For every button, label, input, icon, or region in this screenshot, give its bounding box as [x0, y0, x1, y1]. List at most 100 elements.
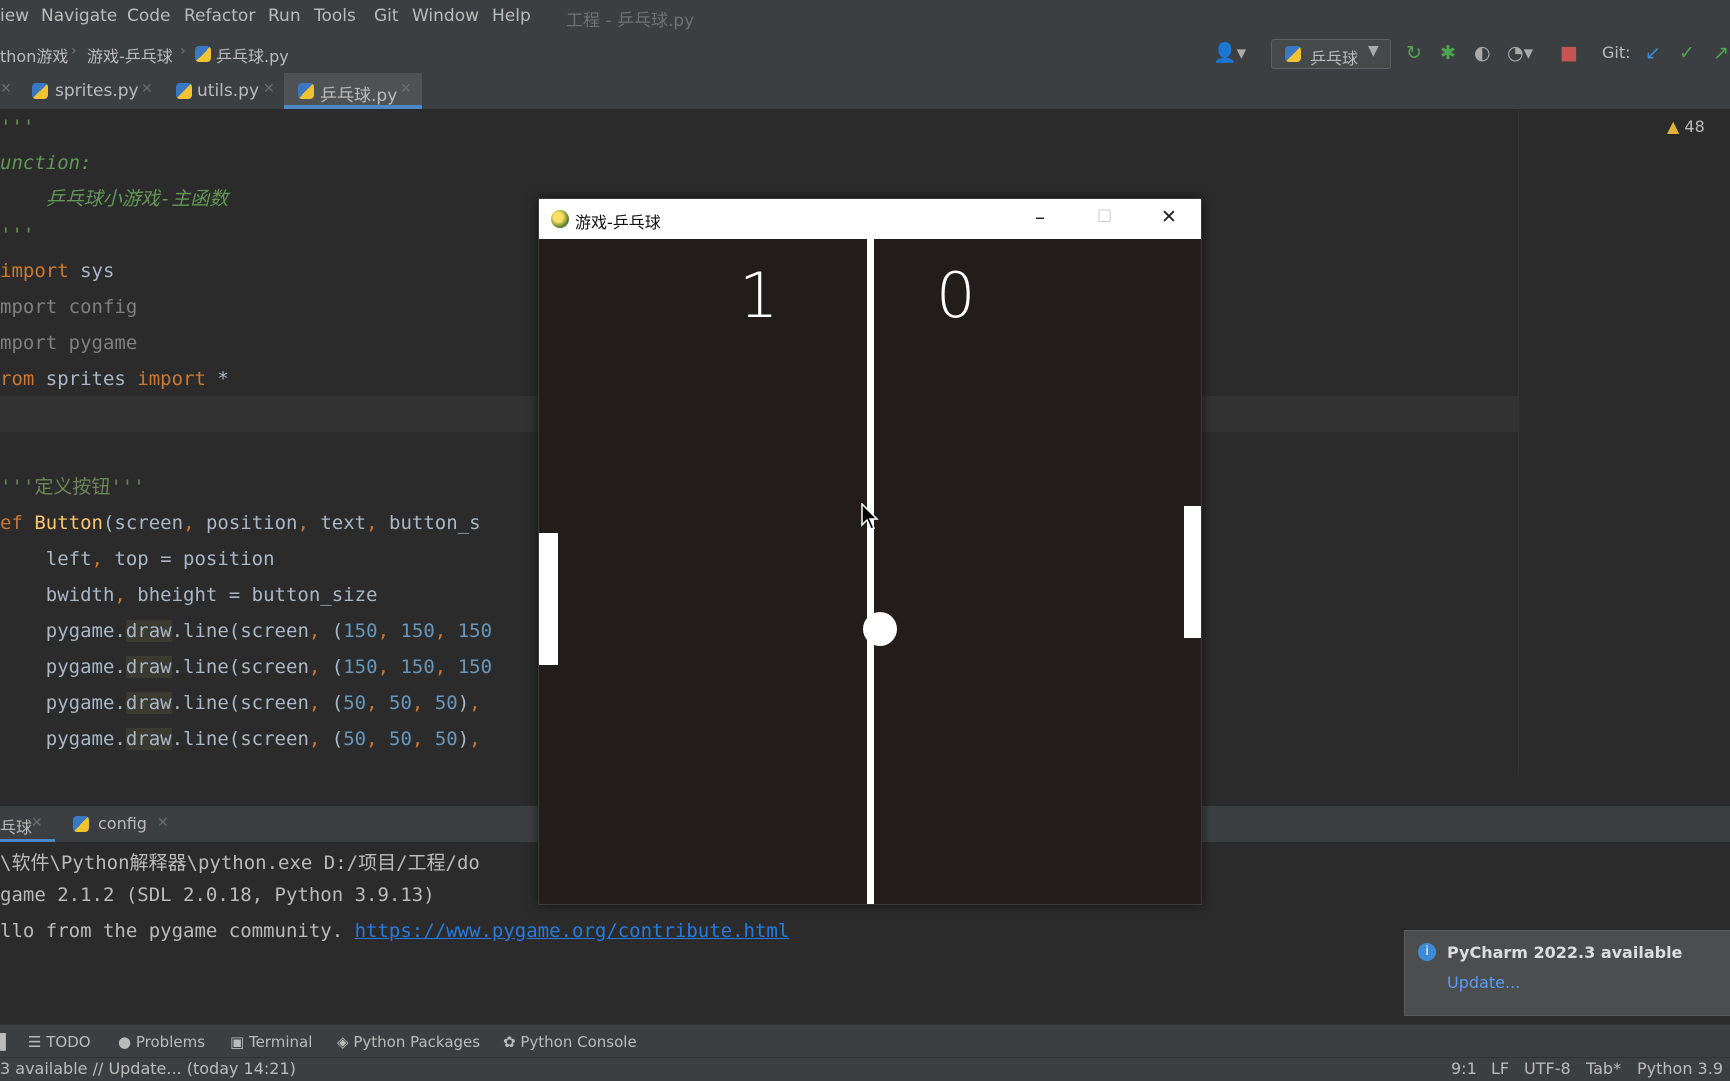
mouse-cursor-icon [861, 503, 879, 530]
menu-run[interactable]: Run [268, 6, 301, 26]
pygame-window[interactable]: 游戏-乒乓球 – ☐ ✕ 1 0 [538, 198, 1202, 905]
menu-navigate[interactable]: Navigate [41, 6, 117, 26]
python-interpreter[interactable]: Python 3.9 [1637, 1059, 1723, 1078]
close-icon[interactable]: ✕ [1161, 206, 1177, 228]
terminal-button[interactable]: ▣ Terminal [230, 1033, 312, 1051]
breadcrumb-project[interactable]: thon游戏 [0, 43, 68, 67]
notification-title: PyCharm 2022.3 available [1447, 943, 1683, 962]
python-file-icon [195, 46, 211, 62]
minimize-icon[interactable]: – [1035, 205, 1045, 229]
menu-window[interactable]: Window [412, 6, 479, 26]
code-line-5: import sys [0, 260, 115, 282]
layers-icon: ◈ [337, 1033, 349, 1051]
bottom-tool-bar: ▌ ☰ TODO ● Problems ▣ Terminal ◈ Python … [0, 1024, 1730, 1058]
breadcrumb-folder[interactable]: 游戏-乒乓球 [87, 43, 173, 67]
center-net [867, 239, 874, 904]
problems-label: Problems [135, 1033, 206, 1051]
menu-help[interactable]: Help [492, 6, 531, 26]
pygame-game-canvas[interactable]: 1 0 [539, 239, 1201, 904]
run-tab-config[interactable]: config ✕ [70, 806, 170, 842]
code-line-2: unction: [0, 152, 92, 174]
breadcrumb-separator-icon: › [180, 43, 186, 59]
run-output-line-3: llo from the pygame community. https://w… [0, 920, 789, 942]
python-console-label: Python Console [520, 1033, 637, 1051]
info-icon: i [1418, 943, 1436, 961]
tab-label: sprites.py [55, 81, 139, 101]
rerun-icon[interactable]: ↻ [1406, 43, 1422, 63]
code-line-11: '''定义按钮''' [0, 476, 145, 498]
ball [863, 612, 897, 646]
tab-sprites[interactable]: sprites.py ✕ [18, 73, 160, 109]
maximize-icon[interactable]: ☐ [1097, 207, 1112, 227]
code-line-7: mport pygame [0, 332, 138, 354]
run-configuration-label: 乒乓球 [1310, 49, 1359, 68]
warnings-indicator[interactable]: ▲ 48 [1667, 117, 1705, 136]
menu-code[interactable]: Code [127, 6, 171, 26]
python-console-icon: ✿ [503, 1033, 516, 1051]
navigation-bar: thon游戏 › 游戏-乒乓球 › 乒乓球.py 👤▾ 乒乓球 ▼ ↻ ✱ ◐ … [0, 33, 1730, 74]
python-file-icon [73, 816, 89, 832]
indent-setting[interactable]: Tab* [1586, 1059, 1621, 1078]
editor-tab-bar: ✕ sprites.py ✕ utils.py ✕ 乒乓球.py ✕ [0, 73, 1730, 110]
git-push-icon[interactable]: ↗ [1713, 43, 1729, 63]
user-icon[interactable]: 👤▾ [1213, 43, 1246, 63]
python-packages-button[interactable]: ◈ Python Packages [337, 1033, 480, 1051]
left-player-score: 1 [739, 259, 779, 332]
warning-icon: ▲ [1667, 117, 1680, 136]
run-output-text: llo from the pygame community. [0, 920, 355, 942]
python-file-icon [298, 83, 314, 99]
todo-button[interactable]: ☰ TODO [28, 1033, 91, 1051]
update-notification: i PyCharm 2022.3 available Update... [1404, 930, 1730, 1016]
right-player-score: 0 [936, 259, 976, 332]
code-line-4: ''' [0, 224, 35, 246]
line-separator[interactable]: LF [1491, 1059, 1509, 1078]
run-tab-main[interactable]: 乓球 ✕ [0, 806, 55, 842]
close-icon[interactable]: ✕ [31, 815, 43, 831]
code-line-1: ''' [0, 116, 35, 138]
menu-tools[interactable]: Tools [314, 6, 356, 26]
python-file-icon [32, 83, 48, 99]
profile-icon[interactable]: ◔▾ [1507, 43, 1533, 63]
pygame-contribute-link[interactable]: https://www.pygame.org/contribute.html [355, 920, 790, 942]
right-paddle [1184, 506, 1201, 638]
file-encoding[interactable]: UTF-8 [1524, 1059, 1571, 1078]
code-line-3: 乒乓球小游戏-主函数 [0, 188, 229, 210]
menu-refactor[interactable]: Refactor [184, 6, 255, 26]
tab-pingpong[interactable]: 乒乓球.py ✕ [284, 73, 422, 109]
status-bar: 3 available // Update... (today 14:21) 9… [0, 1057, 1730, 1081]
problems-icon: ● [118, 1033, 132, 1051]
code-line-16: pygame.draw.line(screen, (150, 150, 150 [0, 656, 493, 678]
stop-icon[interactable]: ■ [1560, 43, 1578, 63]
problems-button[interactable]: ● Problems [118, 1033, 205, 1051]
git-update-icon[interactable]: ↙ [1645, 43, 1661, 63]
tab-label: utils.py [197, 81, 259, 101]
left-paddle [539, 533, 558, 665]
debug-icon[interactable]: ✱ [1440, 43, 1456, 63]
close-icon[interactable]: ✕ [157, 815, 169, 831]
run-tool-icon[interactable]: ▌ [0, 1033, 12, 1051]
breadcrumb-file[interactable]: 乒乓球.py [216, 43, 289, 67]
coverage-icon[interactable]: ◐ [1474, 43, 1491, 63]
menu-git[interactable]: Git [374, 6, 399, 26]
chevron-down-icon: ▼ [1368, 43, 1379, 59]
code-line-13: left, top = position [0, 548, 275, 570]
close-icon[interactable]: ✕ [400, 81, 412, 97]
close-icon[interactable]: ✕ [141, 81, 153, 97]
close-icon[interactable]: ✕ [263, 81, 275, 97]
run-configuration-select[interactable]: 乒乓球 ▼ [1271, 39, 1391, 69]
status-message[interactable]: 3 available // Update... (today 14:21) [0, 1059, 296, 1078]
editor-right-gutter [1518, 110, 1730, 775]
python-console-button[interactable]: ✿ Python Console [503, 1033, 637, 1051]
run-output-line-1: \软件\Python解释器\python.exe D:/项目/工程/do [0, 852, 480, 874]
tab-utils[interactable]: utils.py ✕ [160, 73, 282, 109]
close-icon[interactable]: ✕ [0, 81, 12, 97]
code-line-14: bwidth, bheight = button_size [0, 584, 378, 606]
notification-update-link[interactable]: Update... [1447, 973, 1520, 992]
breadcrumb-separator-icon: › [71, 43, 77, 59]
menu-view[interactable]: iew [0, 6, 29, 26]
pygame-window-titlebar[interactable]: 游戏-乒乓球 – ☐ ✕ [539, 199, 1201, 239]
git-commit-icon[interactable]: ✓ [1679, 43, 1695, 63]
caret-position[interactable]: 9:1 [1451, 1059, 1477, 1078]
window-title: 工程 - 乒乓球.py [566, 11, 695, 31]
warnings-count: 48 [1684, 117, 1705, 136]
